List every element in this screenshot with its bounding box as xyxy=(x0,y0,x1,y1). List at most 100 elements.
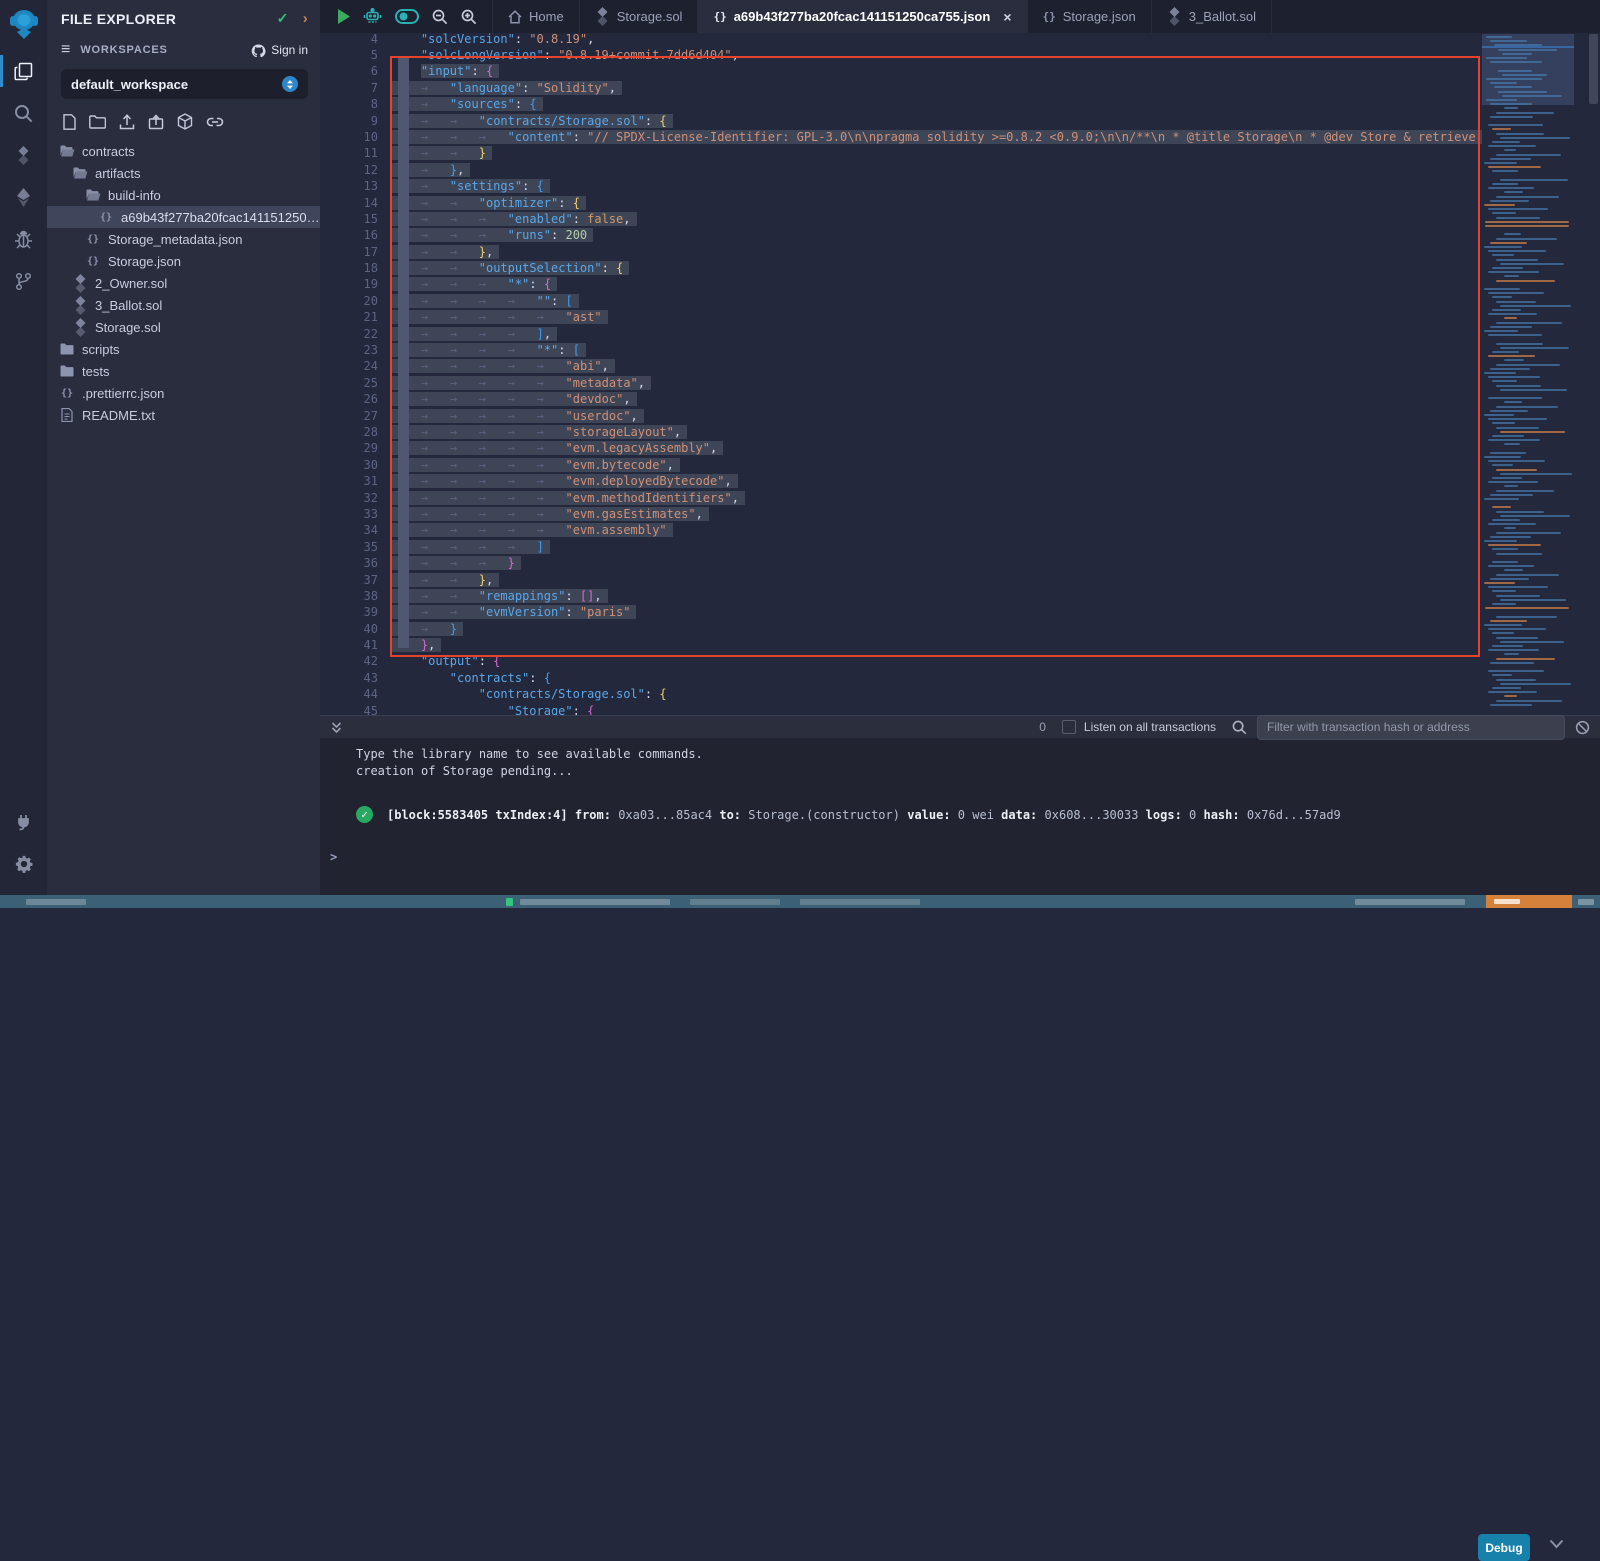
code-line-28[interactable]: 28 → → → → → "storageLayout", xyxy=(320,424,1482,440)
ai-toggle-switch[interactable] xyxy=(395,9,419,24)
code-line-34[interactable]: 34 → → → → → "evm.assembly" xyxy=(320,522,1482,538)
code-line-24[interactable]: 24 → → → → → "abi", xyxy=(320,358,1482,374)
remix-logo-icon[interactable] xyxy=(9,8,39,40)
workspace-select[interactable]: default_workspace xyxy=(61,69,308,99)
terminal-search-icon[interactable] xyxy=(1232,720,1247,735)
tree-item-a69b43f277ba20fcac141151250ca7-[interactable]: {}a69b43f277ba20fcac141151250ca7... xyxy=(47,206,320,228)
listen-checkbox[interactable] xyxy=(1062,720,1076,734)
tree-item-scripts[interactable]: scripts xyxy=(47,338,320,360)
code-line-35[interactable]: 35 → → → → ] xyxy=(320,539,1482,555)
tab-a69b43f277ba20fcac141151250ca755-json[interactable]: {}a69b43f277ba20fcac141151250ca755.json× xyxy=(697,0,1026,33)
code-line-32[interactable]: 32 → → → → → "evm.methodIdentifiers", xyxy=(320,490,1482,506)
code-line-44[interactable]: 44 "contracts/Storage.sol": { xyxy=(320,686,1482,702)
upload-file-icon[interactable] xyxy=(119,114,135,130)
transaction-expand-icon[interactable] xyxy=(1549,1539,1564,1549)
rail-item-settings[interactable] xyxy=(0,843,47,885)
zoom-out-icon[interactable] xyxy=(432,9,448,25)
tree-item-2-owner-sol[interactable]: 2_Owner.sol xyxy=(47,272,320,294)
status-ai-badge[interactable] xyxy=(1486,895,1572,908)
tab-home[interactable]: Home xyxy=(492,0,579,33)
expand-terminal-icon[interactable] xyxy=(330,721,343,734)
code-editor[interactable]: 4 "solcVersion": "0.8.19",5 "solcLongVer… xyxy=(320,33,1482,715)
ai-assistant-robot-icon[interactable] xyxy=(363,8,382,25)
code-line-11[interactable]: 11 → → } xyxy=(320,145,1482,161)
code-line-14[interactable]: 14 → → "optimizer": { xyxy=(320,195,1482,211)
chevron-right-icon[interactable]: › xyxy=(303,10,308,27)
rail-item-search[interactable] xyxy=(0,92,47,134)
debug-button[interactable]: Debug xyxy=(1478,1534,1530,1561)
code-line-16[interactable]: 16 → → → "runs": 200 xyxy=(320,227,1482,243)
code-line-29[interactable]: 29 → → → → → "evm.legacyAssembly", xyxy=(320,440,1482,456)
filter-input[interactable] xyxy=(1257,715,1565,740)
tab-storage-sol[interactable]: Storage.sol xyxy=(579,0,698,33)
tree-item-storage-json[interactable]: {}Storage.json xyxy=(47,250,320,272)
tree-item-3-ballot-sol[interactable]: 3_Ballot.sol xyxy=(47,294,320,316)
code-line-30[interactable]: 30 → → → → → "evm.bytecode", xyxy=(320,457,1482,473)
tree-item-contracts[interactable]: contracts xyxy=(47,140,320,162)
code-line-15[interactable]: 15 → → → "enabled": false, xyxy=(320,211,1482,227)
clear-console-icon[interactable] xyxy=(1575,720,1590,735)
hamburger-menu-icon[interactable]: ≡ xyxy=(61,41,70,59)
rail-item-debugger[interactable] xyxy=(0,218,47,260)
code-line-13[interactable]: 13 → "settings": { xyxy=(320,178,1482,194)
code-line-25[interactable]: 25 → → → → → "metadata", xyxy=(320,375,1482,391)
tab-storage-json[interactable]: {}Storage.json xyxy=(1027,0,1151,33)
rail-item-source-control[interactable] xyxy=(0,260,47,302)
code-line-12[interactable]: 12 → }, xyxy=(320,162,1482,178)
rail-item-plugin-manager[interactable] xyxy=(0,801,47,843)
tree-item-storage-metadata-json[interactable]: {}Storage_metadata.json xyxy=(47,228,320,250)
code-line-22[interactable]: 22 → → → → ], xyxy=(320,326,1482,342)
rail-item-file-explorer[interactable] xyxy=(0,50,47,92)
code-line-27[interactable]: 27 → → → → → "userdoc", xyxy=(320,408,1482,424)
tree-item-storage-sol[interactable]: Storage.sol xyxy=(47,316,320,338)
run-script-button[interactable] xyxy=(337,9,350,24)
code-line-9[interactable]: 9 → → "contracts/Storage.sol": { xyxy=(320,113,1482,129)
code-line-10[interactable]: 10 → → → "content": "// SPDX-License-Ide… xyxy=(320,129,1482,145)
tree-item-readme-txt[interactable]: README.txt xyxy=(47,404,320,426)
code-line-33[interactable]: 33 → → → → → "evm.gasEstimates", xyxy=(320,506,1482,522)
upload-folder-icon[interactable] xyxy=(148,114,164,130)
new-file-icon[interactable] xyxy=(63,114,76,130)
code-line-7[interactable]: 7 → "language": "Solidity", xyxy=(320,80,1482,96)
code-line-42[interactable]: 42 "output": { xyxy=(320,653,1482,669)
zoom-in-icon[interactable] xyxy=(461,9,477,25)
code-line-37[interactable]: 37 → → }, xyxy=(320,572,1482,588)
code-line-18[interactable]: 18 → → "outputSelection": { xyxy=(320,260,1482,276)
transaction-row[interactable]: ✓ [block:5583405 txIndex:4] from: 0xa03.… xyxy=(356,806,1600,823)
code-line-6[interactable]: 6 "input": { xyxy=(320,63,1482,79)
code-line-17[interactable]: 17 → → }, xyxy=(320,244,1482,260)
code-line-43[interactable]: 43 "contracts": { xyxy=(320,670,1482,686)
code-line-39[interactable]: 39 → → "evmVersion": "paris" xyxy=(320,604,1482,620)
code-line-41[interactable]: 41 }, xyxy=(320,637,1482,653)
code-line-36[interactable]: 36 → → → } xyxy=(320,555,1482,571)
new-folder-icon[interactable] xyxy=(89,115,106,129)
terminal-prompt[interactable]: > xyxy=(330,850,337,864)
code-line-19[interactable]: 19 → → → "*": { xyxy=(320,276,1482,292)
code-line-38[interactable]: 38 → → "remappings": [], xyxy=(320,588,1482,604)
tree-item--prettierrc-json[interactable]: {}.prettierrc.json xyxy=(47,382,320,404)
code-line-20[interactable]: 20 → → → → "": [ xyxy=(320,293,1482,309)
terminal[interactable]: Type the library name to see available c… xyxy=(320,738,1600,895)
tree-item-artifacts[interactable]: artifacts xyxy=(47,162,320,184)
code-line-5[interactable]: 5 "solcLongVersion": "0.8.19+commit.7dd6… xyxy=(320,47,1482,63)
rail-item-solidity-compiler[interactable] xyxy=(0,134,47,176)
code-line-45[interactable]: 45 "Storage": { xyxy=(320,703,1482,715)
tree-item-build-info[interactable]: build-info xyxy=(47,184,320,206)
code-line-31[interactable]: 31 → → → → → "evm.deployedBytecode", xyxy=(320,473,1482,489)
cube-icon[interactable] xyxy=(177,113,193,130)
code-line-40[interactable]: 40 → } xyxy=(320,621,1482,637)
rail-item-deploy-and-run[interactable] xyxy=(0,176,47,218)
code-line-23[interactable]: 23 → → → → "*": [ xyxy=(320,342,1482,358)
code-line-8[interactable]: 8 → "sources": { xyxy=(320,96,1482,112)
code-line-26[interactable]: 26 → → → → → "devdoc", xyxy=(320,391,1482,407)
tab-3-ballot-sol[interactable]: 3_Ballot.sol xyxy=(1151,0,1272,33)
link-icon[interactable] xyxy=(206,115,224,129)
check-icon[interactable]: ✓ xyxy=(277,10,289,27)
code-line-4[interactable]: 4 "solcVersion": "0.8.19", xyxy=(320,33,1482,47)
sign-in-button[interactable]: Sign in xyxy=(251,43,308,57)
code-line-21[interactable]: 21 → → → → → "ast" xyxy=(320,309,1482,325)
minimap[interactable] xyxy=(1482,33,1574,715)
tree-item-tests[interactable]: tests xyxy=(47,360,320,382)
close-tab-icon[interactable]: × xyxy=(1003,9,1011,25)
editor-scrollbar-thumb[interactable] xyxy=(1589,34,1598,104)
